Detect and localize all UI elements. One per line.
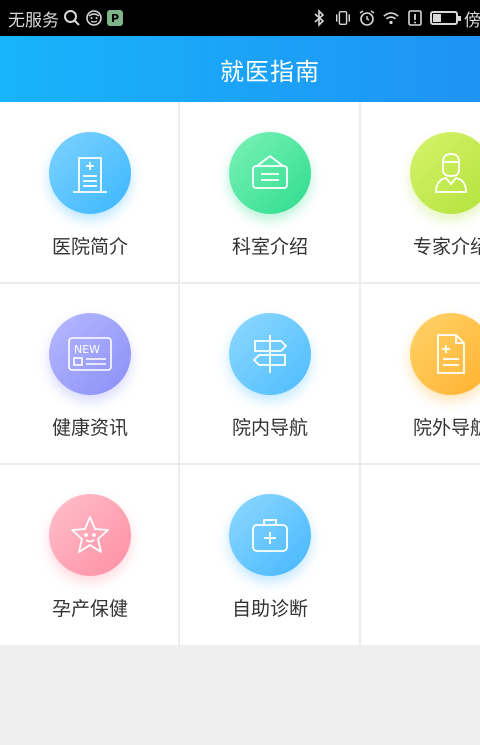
search-icon: [63, 9, 81, 27]
status-suffix-text: 傍晚: [464, 10, 480, 31]
grid-item-maternal-care[interactable]: 孕产保健: [0, 464, 180, 645]
grid-item-label: 科室介绍: [231, 236, 308, 258]
feature-grid: 医院简介 科室介绍 专家介绍 NEW 健康资讯 院内导航 院外导航 孕产保健 自…: [0, 102, 480, 645]
vibrate-icon: [334, 9, 352, 27]
grid-item-department-intro[interactable]: 科室介绍: [180, 102, 360, 283]
document-icon: [410, 313, 480, 395]
header-bar: 就医指南: [0, 36, 480, 102]
department-sign-icon: [229, 132, 311, 214]
grid-item-label: 专家介绍: [412, 236, 480, 258]
alarm-icon: [358, 9, 376, 27]
grid-item-hospital-intro[interactable]: 医院简介: [0, 102, 180, 283]
svg-text:NEW: NEW: [74, 343, 100, 356]
status-right: 傍晚: [310, 0, 480, 36]
face-icon: [85, 9, 103, 27]
hospital-building-icon: [49, 132, 131, 214]
status-left: 无服务 P: [8, 6, 123, 31]
medical-kit-icon: [229, 494, 311, 576]
grid-item-label: 医院简介: [51, 236, 128, 258]
grid-item-label: 自助诊断: [231, 598, 308, 620]
grid-item-label: 院外导航: [412, 417, 480, 439]
wifi-icon: [382, 9, 400, 27]
grid-item-self-diagnosis[interactable]: 自助诊断: [180, 464, 360, 645]
carrier-text: 无服务: [8, 10, 59, 31]
app-badge-icon: P: [107, 10, 123, 26]
battery-level: [433, 14, 441, 22]
bluetooth-icon: [310, 9, 328, 27]
grid-item-expert-intro[interactable]: 专家介绍: [361, 102, 480, 283]
status-bar: 无服务 P 傍晚: [0, 0, 480, 36]
grid-item-outdoor-navigation[interactable]: 院外导航: [361, 283, 480, 464]
alert-icon: [406, 9, 424, 27]
grid-item-empty: [361, 464, 480, 645]
grid-item-indoor-navigation[interactable]: 院内导航: [180, 283, 360, 464]
star-baby-icon: [49, 494, 131, 576]
grid-item-label: 院内导航: [231, 417, 308, 439]
page-title: 就医指南: [220, 57, 320, 86]
grid-item-health-news[interactable]: NEW 健康资讯: [0, 283, 180, 464]
doctor-icon: [410, 132, 480, 214]
battery-icon: [430, 11, 461, 25]
grid-item-label: 健康资讯: [51, 417, 128, 439]
grid-item-label: 孕产保健: [51, 598, 128, 620]
news-icon: NEW: [49, 313, 131, 395]
signpost-icon: [229, 313, 311, 395]
